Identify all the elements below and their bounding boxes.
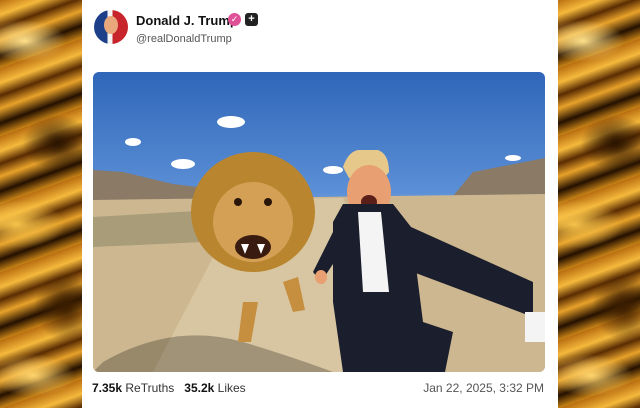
post-card: Donald J. Trump ✓ + @realDonaldTrump 7.3…: [82, 0, 558, 408]
author-handle[interactable]: @realDonaldTrump: [136, 33, 232, 45]
likes-label[interactable]: Likes: [218, 381, 246, 395]
decorative-gold-panel-right: [558, 0, 640, 408]
likes-count[interactable]: 35.2k: [184, 381, 214, 395]
engagement-stats: 7.35k ReTruths 35.2k Likes: [92, 381, 246, 395]
author-name[interactable]: Donald J. Trump: [136, 13, 238, 28]
retruths-count[interactable]: 7.35k: [92, 381, 122, 395]
verified-badge-icon: ✓: [228, 13, 241, 26]
avatar-face: [104, 16, 118, 34]
post-timestamp[interactable]: Jan 22, 2025, 3:32 PM: [423, 381, 544, 395]
post-image-illustration: [93, 116, 545, 372]
plus-badge-icon: +: [245, 13, 258, 26]
retruths-label[interactable]: ReTruths: [125, 381, 174, 395]
author-avatar[interactable]: [94, 10, 128, 44]
decorative-gold-panel-left: [0, 0, 82, 408]
post-image[interactable]: [93, 72, 545, 372]
